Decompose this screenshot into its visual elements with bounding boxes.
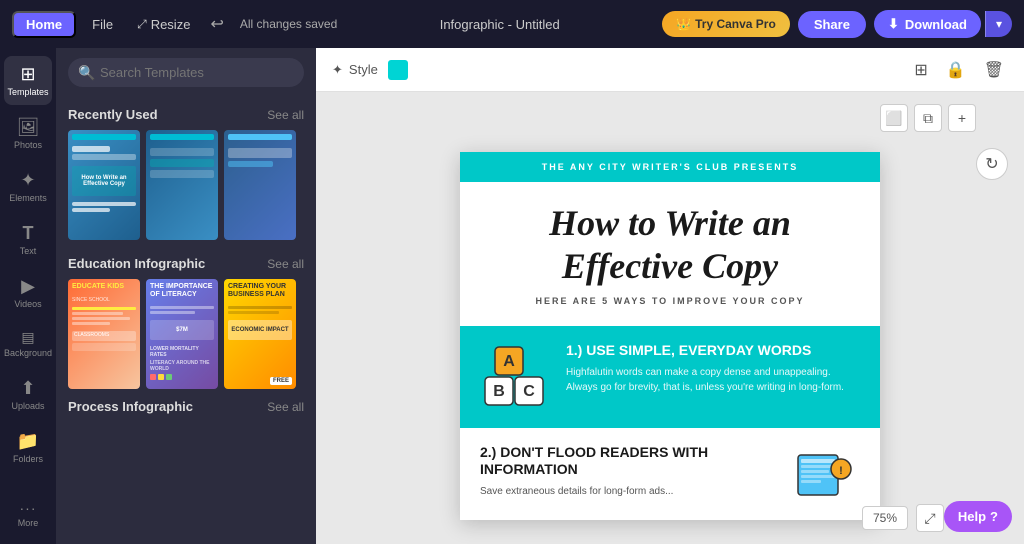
edu-thumb-3[interactable]: CREATING YOUR BUSINESS PLAN ECONOMIC IMP… <box>224 279 296 389</box>
sidebar-item-templates[interactable]: ⊞ Templates <box>4 56 52 105</box>
svg-text:!: ! <box>839 465 843 477</box>
resize-icon: ⤢ <box>137 17 147 32</box>
download-button[interactable]: ⬇ Download <box>874 10 981 38</box>
help-icon: ? <box>990 509 998 524</box>
education-see-all[interactable]: See all <box>267 257 304 271</box>
undo-button[interactable]: ↩ <box>206 10 227 38</box>
delete-icon[interactable]: 🗑 <box>980 56 1008 84</box>
text-icon: T <box>23 223 34 244</box>
canvas-area: ⬜ ⧉ + ↻ THE ANY CITY WRITER'S CLUB PRESE… <box>316 92 1024 544</box>
template-content: Recently Used See all How to Write an Ef… <box>56 97 316 544</box>
sidebar-item-folders[interactable]: 📁 Folders <box>4 423 52 472</box>
education-grid: EDUCATE KIDS SINCE SCHOOL CLASSROOMS THE <box>68 279 304 389</box>
magic-wand-icon: ✦ <box>332 62 343 78</box>
zoom-display: 75% <box>862 506 908 530</box>
doc-title-section: How to Write an Effective Copy HERE ARE … <box>460 182 880 326</box>
process-title: Process Infographic <box>68 399 193 414</box>
search-icon: 🔍 <box>78 64 95 81</box>
doc-header-cyan: THE ANY CITY WRITER'S CLUB PRESENTS <box>460 152 880 182</box>
canvas-copy-button[interactable]: ⧉ <box>914 104 942 132</box>
recently-used-thumb-3[interactable] <box>224 130 296 240</box>
share-button[interactable]: Share <box>798 11 866 38</box>
doc-point-1-title: 1.) USE SIMPLE, EVERYDAY WORDS <box>566 342 860 359</box>
sidebar-item-elements[interactable]: ✦ Elements <box>4 162 52 211</box>
canvas-frame-button[interactable]: ⬜ <box>880 104 908 132</box>
doc-section-1: A B C 1.) USE SIMPLE, EVERYDAY WORDS Hig… <box>460 326 880 428</box>
templates-icon: ⊞ <box>20 64 35 85</box>
sidebar-item-background[interactable]: ▤ Background <box>4 321 52 366</box>
education-title: Education Infographic <box>68 256 205 271</box>
doc-point-2-body: Save extraneous details for long-form ad… <box>480 484 774 499</box>
sidebar-item-videos[interactable]: ▶ Videos <box>4 268 52 317</box>
resize-button[interactable]: ⤢ Resize <box>129 13 198 36</box>
toolbar-strip: ✦ Style ⊞ 🔒 🗑 <box>316 48 1024 92</box>
abc-icon: A B C <box>480 342 550 412</box>
recently-used-header: Recently Used See all <box>68 107 304 122</box>
elements-icon: ✦ <box>20 170 35 191</box>
doc-header-text: THE ANY CITY WRITER'S CLUB PRESENTS <box>480 162 860 172</box>
topbar-actions: 👑 Try Canva Pro Share ⬇ Download ▾ <box>662 10 1012 38</box>
document[interactable]: THE ANY CITY WRITER'S CLUB PRESENTS How … <box>460 152 880 520</box>
process-header: Process Infographic See all <box>68 399 304 414</box>
photos-icon: 🖼 <box>17 117 40 138</box>
topbar: Home File ⤢ Resize ↩ All changes saved I… <box>0 0 1024 48</box>
document-wrapper: THE ANY CITY WRITER'S CLUB PRESENTS How … <box>440 132 900 540</box>
svg-text:A: A <box>503 353 515 370</box>
more-icon: ··· <box>20 500 37 516</box>
recently-used-see-all[interactable]: See all <box>267 108 304 122</box>
recently-used-thumb-2[interactable] <box>146 130 218 240</box>
background-icon: ▤ <box>21 329 34 346</box>
canvas-add-button[interactable]: + <box>948 104 976 132</box>
process-see-all[interactable]: See all <box>267 400 304 414</box>
try-pro-button[interactable]: 👑 Try Canva Pro <box>662 11 790 37</box>
style-button[interactable]: ✦ Style <box>332 62 378 78</box>
svg-text:B: B <box>493 383 505 400</box>
doc-section-2-text: 2.) DON'T FLOOD READERS WITH INFORMATION… <box>480 444 774 499</box>
doc-point-1-body: Highfalutin words can make a copy dense … <box>566 365 860 395</box>
folders-icon: 📁 <box>17 431 39 452</box>
lock-icon[interactable]: 🔒 <box>942 56 970 84</box>
expand-button[interactable]: ⤢ <box>916 504 944 532</box>
doc-section-1-text: 1.) USE SIMPLE, EVERYDAY WORDS Highfalut… <box>566 342 860 395</box>
bottom-bar: 75% ⤢ <box>862 504 944 532</box>
book-icon-area: ! <box>790 444 860 504</box>
sidebar-item-text[interactable]: T Text <box>4 215 52 264</box>
book-icon: ! <box>793 447 858 502</box>
education-header: Education Infographic See all <box>68 256 304 271</box>
edu-thumb-1[interactable]: EDUCATE KIDS SINCE SCHOOL CLASSROOMS <box>68 279 140 389</box>
uploads-icon: ⬆ <box>20 378 35 399</box>
search-input[interactable] <box>68 58 304 87</box>
main-layout: ⊞ Templates 🖼 Photos ✦ Elements T Text ▶… <box>0 48 1024 544</box>
doc-section-2: 2.) DON'T FLOOD READERS WITH INFORMATION… <box>460 428 880 520</box>
videos-icon: ▶ <box>21 276 35 297</box>
edu-thumb-2[interactable]: THE IMPORTANCE OF LITERACY $7M LOWER MOR… <box>146 279 218 389</box>
grid-view-icon[interactable]: ⊞ <box>910 56 931 84</box>
download-icon: ⬇ <box>888 16 899 32</box>
saved-status: All changes saved <box>240 17 337 31</box>
doc-point-2-title: 2.) DON'T FLOOD READERS WITH INFORMATION <box>480 444 774 478</box>
sidebar-item-uploads[interactable]: ⬆ Uploads <box>4 370 52 419</box>
document-title: Infographic - Untitled <box>345 17 654 32</box>
recently-used-thumb-1[interactable]: How to Write an Effective Copy <box>68 130 140 240</box>
download-dropdown-button[interactable]: ▾ <box>985 11 1012 37</box>
search-area: 🔍 <box>56 48 316 97</box>
doc-subtitle: HERE ARE 5 WAYS TO IMPROVE YOUR COPY <box>480 296 860 306</box>
refresh-button[interactable]: ↻ <box>976 148 1008 180</box>
icon-sidebar: ⊞ Templates 🖼 Photos ✦ Elements T Text ▶… <box>0 48 56 544</box>
home-button[interactable]: Home <box>12 11 76 38</box>
doc-main-title: How to Write an Effective Copy <box>480 202 860 288</box>
template-panel: 🔍 Recently Used See all How to Write an … <box>56 48 316 544</box>
crown-icon: 👑 <box>676 17 691 31</box>
help-button[interactable]: Help ? <box>944 501 1012 532</box>
style-color-swatch[interactable] <box>388 60 408 80</box>
file-menu[interactable]: File <box>84 13 121 36</box>
sidebar-item-more[interactable]: ··· More <box>4 492 52 536</box>
recently-used-title: Recently Used <box>68 107 158 122</box>
svg-text:C: C <box>523 383 535 400</box>
recently-used-grid: How to Write an Effective Copy <box>68 130 304 240</box>
sidebar-item-photos[interactable]: 🖼 Photos <box>4 109 52 158</box>
free-badge: FREE <box>270 377 292 385</box>
